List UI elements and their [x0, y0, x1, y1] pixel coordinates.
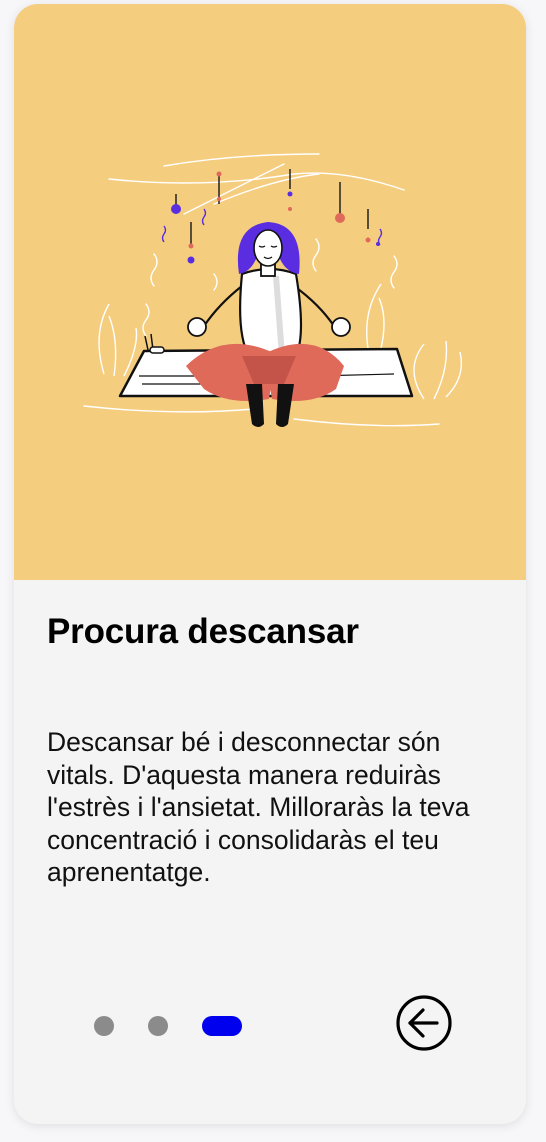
onboarding-card: Procura descansar Descansar bé i desconn…	[14, 4, 526, 1124]
page-dot-2[interactable]	[148, 1016, 168, 1036]
page-dot-1[interactable]	[94, 1016, 114, 1036]
page-dot-3-active[interactable]	[202, 1016, 242, 1036]
hero-illustration-panel	[14, 4, 526, 580]
slide-description: Descansar bé i desconnectar són vitals. …	[47, 727, 470, 887]
meditation-illustration	[83, 153, 463, 427]
arrow-left-circle-icon	[396, 995, 452, 1051]
page-indicator	[94, 1016, 242, 1036]
slide-title: Procura descansar	[47, 612, 359, 651]
back-button[interactable]	[396, 995, 452, 1051]
